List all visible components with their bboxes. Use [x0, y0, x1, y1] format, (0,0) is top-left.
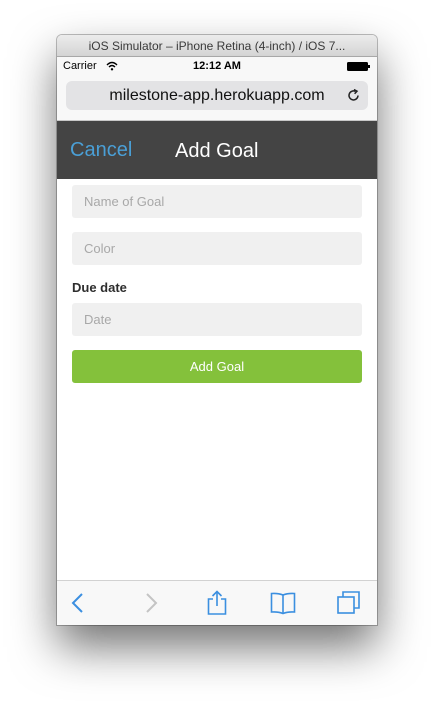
device-screen: Carrier 12:12 AM milestone-app.herokuapp…	[57, 57, 377, 625]
add-goal-button[interactable]: Add Goal	[72, 350, 362, 383]
due-date-input[interactable]	[72, 303, 362, 336]
share-icon[interactable]	[204, 590, 230, 616]
add-goal-form: Due date Add Goal	[72, 185, 362, 383]
address-url: milestone-app.herokuapp.com	[109, 87, 325, 104]
reload-icon[interactable]	[346, 88, 361, 103]
app-header: Cancel Add Goal	[57, 121, 377, 179]
forward-icon[interactable]	[137, 590, 163, 616]
simulator-title: iOS Simulator – iPhone Retina (4-inch) /…	[57, 35, 377, 57]
page-title: Add Goal	[175, 140, 259, 162]
browser-toolbar	[57, 580, 377, 625]
bookmarks-icon[interactable]	[270, 590, 296, 616]
tabs-icon[interactable]	[336, 590, 362, 616]
desktop: iOS Simulator – iPhone Retina (4-inch) /…	[0, 0, 434, 704]
status-bar: Carrier 12:12 AM	[57, 57, 377, 77]
cancel-button[interactable]: Cancel	[70, 121, 132, 179]
simulator-window: iOS Simulator – iPhone Retina (4-inch) /…	[57, 35, 377, 625]
status-time: 12:12 AM	[193, 60, 241, 72]
due-date-label: Due date	[72, 280, 127, 295]
back-icon[interactable]	[66, 590, 92, 616]
goal-color-input[interactable]	[72, 232, 362, 265]
browser-address-area: milestone-app.herokuapp.com	[57, 77, 377, 121]
battery-icon	[347, 62, 370, 71]
goal-name-input[interactable]	[72, 185, 362, 218]
address-bar[interactable]: milestone-app.herokuapp.com	[66, 81, 368, 110]
